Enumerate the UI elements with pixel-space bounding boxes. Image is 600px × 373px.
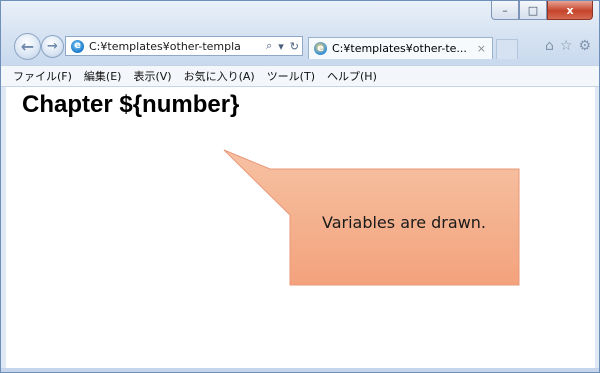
maximize-button[interactable]: □ [519, 1, 547, 20]
back-arrow-icon: ← [20, 37, 35, 56]
favorites-star-icon[interactable]: ☆ [560, 38, 573, 54]
callout-text: Variables are drawn. [321, 213, 486, 232]
ie-tab-icon: e [314, 42, 327, 55]
new-tab-button[interactable] [496, 39, 518, 59]
window-frame-bottom [1, 368, 599, 372]
chevron-down-icon[interactable]: ▾ [278, 40, 284, 53]
page-content: Chapter ${number} Variables are drawn. [6, 87, 595, 368]
tab-title: C:¥templates¥other-te... [332, 42, 467, 55]
back-button[interactable]: ← [14, 33, 41, 60]
search-icon[interactable]: ⌕ [266, 39, 272, 53]
menu-item-edit[interactable]: 編集(E) [78, 68, 128, 84]
menu-bar: ファイル(F) 編集(E) 表示(V) お気に入り(A) ツール(T) ヘルプ(… [1, 65, 599, 87]
minimize-button[interactable]: – [491, 1, 519, 20]
address-input[interactable]: C:¥templates¥other-templa [89, 40, 263, 53]
gear-icon[interactable]: ⚙ [578, 38, 591, 54]
home-icon[interactable]: ⌂ [545, 38, 554, 54]
refresh-icon[interactable]: ↻ [290, 40, 299, 53]
toolbar-icons: ⌂ ☆ ⚙ [545, 38, 591, 54]
address-bar[interactable]: e C:¥templates¥other-templa ⌕ ▾ ↻ [65, 36, 303, 56]
caption-buttons: – □ x [491, 1, 593, 21]
title-bar: – □ x ← → e C:¥templates¥other-templa ⌕ … [1, 1, 599, 65]
ie-page-icon: e [71, 39, 84, 53]
forward-arrow-icon: → [47, 39, 58, 54]
menu-item-file[interactable]: ファイル(F) [1, 68, 78, 84]
menu-item-tools[interactable]: ツール(T) [261, 68, 321, 84]
menu-item-help[interactable]: ヘルプ(H) [321, 68, 383, 84]
menu-item-view[interactable]: 表示(V) [127, 68, 177, 84]
browser-window: – □ x ← → e C:¥templates¥other-templa ⌕ … [0, 0, 600, 373]
close-window-button[interactable]: x [547, 1, 593, 20]
menu-item-favorites[interactable]: お気に入り(A) [178, 68, 261, 84]
close-tab-icon[interactable]: × [477, 42, 486, 55]
tab-current-page[interactable]: e C:¥templates¥other-te... × [308, 37, 493, 59]
forward-button[interactable]: → [41, 35, 64, 58]
